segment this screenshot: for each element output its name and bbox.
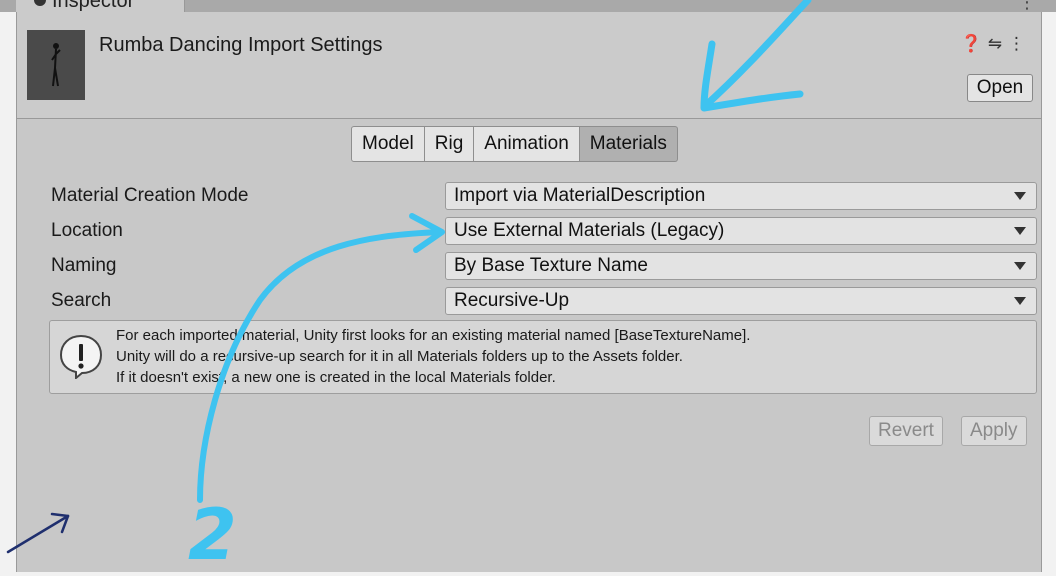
inspector-icon	[34, 0, 46, 6]
revert-button[interactable]: Revert	[869, 416, 943, 446]
tab-rig[interactable]: Rig	[424, 126, 475, 162]
naming-dropdown[interactable]: By Base Texture Name	[445, 252, 1037, 280]
apply-button[interactable]: Apply	[961, 416, 1027, 446]
material-creation-mode-dropdown[interactable]: Import via MaterialDescription	[445, 182, 1037, 210]
chevron-down-icon	[1014, 192, 1026, 200]
search-dropdown[interactable]: Recursive-Up	[445, 287, 1037, 315]
dropdown-value: Recursive-Up	[454, 290, 570, 311]
field-material-creation-mode: Material Creation Mode Import via Materi…	[51, 182, 1037, 210]
field-label: Search	[51, 290, 112, 311]
tab-inspector[interactable]: Inspector	[16, 0, 185, 12]
dancer-figure-icon	[51, 43, 61, 87]
help-box: For each imported material, Unity first …	[49, 320, 1037, 394]
header-icons: ❓⇋⋮	[961, 34, 1031, 54]
help-text-line: Unity will do a recursive-up search for …	[116, 348, 683, 365]
chevron-down-icon	[1014, 297, 1026, 305]
field-label: Location	[51, 220, 123, 241]
field-location: Location Use External Materials (Legacy)	[51, 217, 1037, 245]
asset-thumbnail	[27, 30, 85, 100]
preset-icon[interactable]: ⇋	[988, 34, 1008, 53]
tab-materials[interactable]: Materials	[579, 126, 678, 162]
inspector-panel: Rumba Dancing Import Settings ❓⇋⋮ Open M…	[16, 12, 1042, 572]
tab-animation[interactable]: Animation	[474, 126, 580, 162]
open-button[interactable]: Open	[967, 74, 1033, 102]
dropdown-value: Use External Materials (Legacy)	[454, 220, 725, 241]
window-tab-strip: Inspector ⋮	[0, 0, 1056, 12]
field-search: Search Recursive-Up	[51, 287, 1037, 315]
help-icon[interactable]: ❓	[961, 34, 988, 53]
chevron-down-icon	[1014, 227, 1026, 235]
kebab-menu-icon[interactable]: ⋮	[1008, 34, 1031, 53]
field-label: Material Creation Mode	[51, 185, 249, 206]
dropdown-value: Import via MaterialDescription	[454, 185, 706, 206]
field-naming: Naming By Base Texture Name	[51, 252, 1037, 280]
dropdown-value: By Base Texture Name	[454, 255, 648, 276]
chevron-down-icon	[1014, 262, 1026, 270]
warning-speech-icon	[59, 334, 103, 379]
help-text-line: For each imported material, Unity first …	[116, 327, 751, 344]
location-dropdown[interactable]: Use External Materials (Legacy)	[445, 217, 1037, 245]
tab-model[interactable]: Model	[351, 126, 425, 162]
page-title: Rumba Dancing Import Settings	[99, 34, 383, 56]
help-text-line: If it doesn't exist, a new one is create…	[116, 369, 556, 386]
field-label: Naming	[51, 255, 117, 276]
import-tabs: Model Rig Animation Materials	[351, 126, 678, 162]
annotation-number-label: 2	[188, 494, 237, 576]
inspector-header: Rumba Dancing Import Settings ❓⇋⋮ Open	[17, 12, 1041, 119]
